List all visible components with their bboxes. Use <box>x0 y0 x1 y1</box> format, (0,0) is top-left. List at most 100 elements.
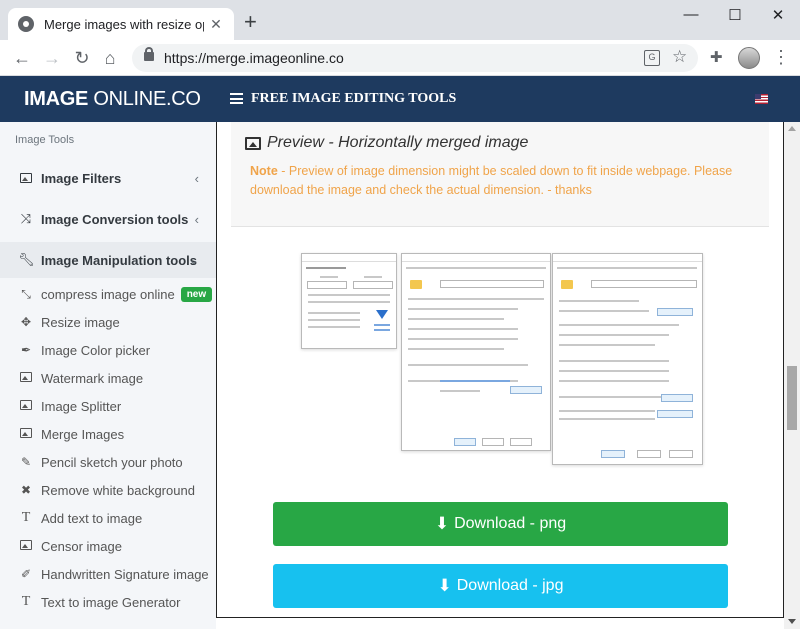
image-icon <box>18 399 34 413</box>
sidebar-item-label: Image Splitter <box>41 398 122 414</box>
image-icon <box>18 171 34 186</box>
forward-icon[interactable]: → <box>42 48 62 68</box>
reload-icon[interactable]: ↻ <box>72 48 92 68</box>
header-nav-title[interactable]: FREE IMAGE EDITING TOOLS <box>251 91 456 107</box>
browser-toolbar: ← → ↻ ⌂ https://merge.imageonline.co G ☆… <box>0 40 800 76</box>
sidebar-heading: Image Tools <box>15 134 75 146</box>
extensions-icon[interactable]: ✚ <box>710 48 723 66</box>
chevron-down-icon: ⌄ <box>188 252 199 267</box>
us-flag-icon[interactable] <box>755 94 768 104</box>
sidebar-group-image-conversion[interactable]: ⤨ Image Conversion tools ‹ <box>0 201 216 237</box>
sidebar-group-label: Image Filters <box>41 170 122 186</box>
translate-icon[interactable]: G <box>644 50 660 66</box>
download-jpg-button[interactable]: ⬇ Download - jpg <box>273 564 728 608</box>
sidebar-item-label: Pencil sketch your photo <box>41 454 183 470</box>
site-header: IMAGE ONLINE.CO FREE IMAGE EDITING TOOLS <box>0 76 800 122</box>
sidebar-item-label: Image Color picker <box>41 342 151 358</box>
menu-icon[interactable]: ⋮ <box>772 45 790 69</box>
site-logo[interactable]: IMAGE ONLINE.CO <box>24 88 201 111</box>
download-png-button[interactable]: ⬇ Download - png <box>273 502 728 546</box>
page-scrollbar[interactable] <box>784 122 800 629</box>
sidebar-item-label: Remove white background <box>41 482 195 498</box>
sidebar-item-image-splitter[interactable]: Image Splitter <box>0 392 216 420</box>
maximize-button[interactable]: ☐ <box>725 6 745 24</box>
sidebar-item-remove-white-background[interactable]: ✖ Remove white background <box>0 476 216 504</box>
download-png-label: Download - png <box>454 515 567 532</box>
sidebar-item-compress-image[interactable]: ⤡ compress image online new <box>0 280 216 308</box>
preview-dialog-properties-1 <box>401 253 551 451</box>
merged-preview-image <box>301 253 703 465</box>
site-favicon-icon <box>18 16 34 32</box>
sidebar-group-label: Image Manipulation tools <box>41 252 198 268</box>
sidebar-item-label: Handwritten Signature image <box>41 566 209 582</box>
scrollbar-thumb[interactable] <box>787 366 797 430</box>
tab-close-icon[interactable]: ✕ <box>208 16 224 33</box>
chevron-left-icon: ‹ <box>194 211 199 227</box>
preview-dialog-timestamp <box>301 253 397 349</box>
sidebar-item-label: Text to image Generator <box>41 594 181 610</box>
sidebar-group-label: Image Conversion tools <box>41 211 189 227</box>
tab-title: Merge images with resize optic <box>44 16 204 32</box>
close-window-button[interactable]: ✕ <box>768 6 788 24</box>
sidebar-item-merge-images[interactable]: Merge Images <box>0 420 216 448</box>
tab-strip: Merge images with resize optic ✕ + — ☐ ✕ <box>0 0 800 40</box>
note-label: Note <box>250 164 278 178</box>
browser-window: Merge images with resize optic ✕ + — ☐ ✕… <box>0 0 800 629</box>
back-icon[interactable]: ← <box>12 48 32 68</box>
main-content: Preview - Horizontally merged image Note… <box>216 122 784 618</box>
image-icon <box>18 371 34 385</box>
sidebar-item-label: Watermark image <box>41 370 144 386</box>
divider <box>231 226 769 227</box>
sidebar-item-label: Resize image <box>41 314 120 330</box>
sidebar-item-label: Censor image <box>41 538 122 554</box>
text-icon: T <box>21 510 31 525</box>
preview-note: Note - Preview of image dimension might … <box>250 162 740 200</box>
hamburger-menu-icon[interactable] <box>230 93 243 104</box>
compress-icon: ⤡ <box>21 286 31 301</box>
sidebar-group-image-filters[interactable]: Image Filters ‹ <box>0 160 216 196</box>
preview-dialog-properties-2 <box>552 253 703 465</box>
new-badge: new <box>180 286 213 302</box>
image-icon <box>18 427 34 441</box>
scroll-up-arrow-icon[interactable] <box>788 126 796 131</box>
download-jpg-label: Download - jpg <box>456 577 564 594</box>
sidebar-group-image-manipulation[interactable]: 🔧︎ Image Manipulation tools ⌄ <box>0 242 216 278</box>
sidebar-item-label: compress image online <box>41 286 175 302</box>
new-tab-button[interactable]: + <box>244 11 257 33</box>
minimize-button[interactable]: — <box>681 6 701 23</box>
sidebar-item-censor-image[interactable]: Censor image <box>0 532 216 560</box>
wrench-icon: 🔧︎ <box>18 252 35 267</box>
home-icon[interactable]: ⌂ <box>100 48 120 68</box>
browser-tab[interactable]: Merge images with resize optic ✕ <box>8 8 234 40</box>
lock-icon[interactable] <box>144 47 154 61</box>
sidebar-item-text-to-image[interactable]: T Text to image Generator <box>0 588 216 616</box>
move-icon: ✥ <box>20 315 32 329</box>
preview-title-text: Preview - Horizontally merged image <box>267 134 529 151</box>
sidebar-item-label: Add text to image <box>41 510 143 526</box>
text-icon: T <box>21 594 31 609</box>
scroll-down-arrow-icon[interactable] <box>788 619 796 624</box>
eyedropper-icon: ✒ <box>20 343 32 357</box>
times-icon: ✖ <box>20 483 32 497</box>
star-icon[interactable]: ☆ <box>672 47 687 67</box>
sidebar: Image Tools Image Filters ‹ ⤨ Image Conv… <box>0 122 216 629</box>
note-text: - Preview of image dimension might be sc… <box>250 164 733 197</box>
profile-avatar[interactable] <box>738 47 760 69</box>
preview-title: Preview - Horizontally merged image <box>245 134 528 152</box>
pen-icon: ✐ <box>20 567 32 581</box>
chevron-left-icon: ‹ <box>194 170 199 186</box>
image-icon <box>18 539 34 553</box>
sidebar-item-pencil-sketch[interactable]: ✎ Pencil sketch your photo <box>0 448 216 476</box>
sidebar-item-label: Merge Images <box>41 426 125 442</box>
download-icon: ⬇ <box>434 514 450 533</box>
sidebar-item-handwritten-signature[interactable]: ✐ Handwritten Signature image <box>0 560 216 588</box>
shuffle-icon: ⤨ <box>20 211 32 226</box>
sidebar-item-add-text[interactable]: T Add text to image <box>0 504 216 532</box>
sidebar-item-watermark-image[interactable]: Watermark image <box>0 364 216 392</box>
url-text[interactable]: https://merge.imageonline.co <box>164 50 344 66</box>
sidebar-item-resize-image[interactable]: ✥ Resize image <box>0 308 216 336</box>
image-icon <box>245 136 261 150</box>
edit-icon: ✎ <box>20 455 32 469</box>
sidebar-item-color-picker[interactable]: ✒ Image Color picker <box>0 336 216 364</box>
address-bar[interactable]: https://merge.imageonline.co G ☆ <box>132 44 698 72</box>
